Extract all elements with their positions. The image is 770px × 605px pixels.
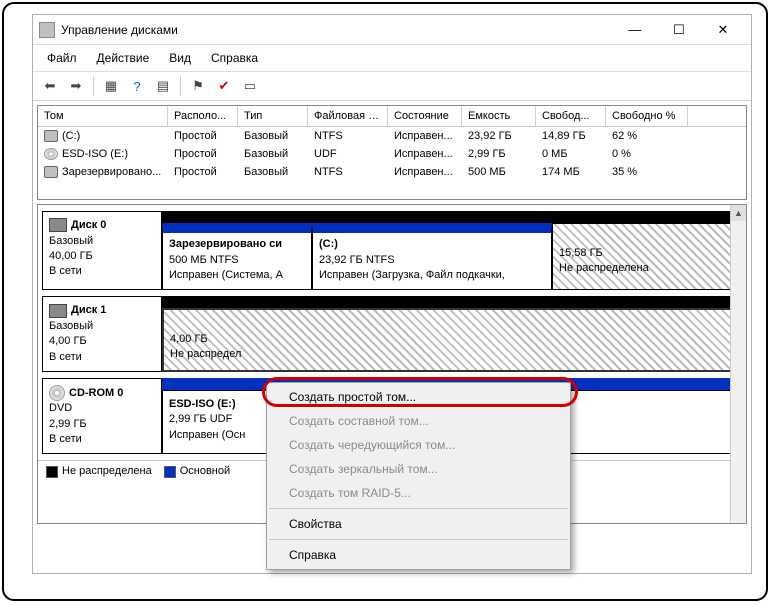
disk-icon	[49, 218, 67, 232]
menu-file[interactable]: Файл	[37, 47, 87, 69]
maximize-button[interactable]: ☐	[657, 16, 701, 44]
titlebar: Управление дисками — ☐ ✕	[33, 15, 751, 45]
help-icon[interactable]: ?	[126, 75, 148, 97]
check-icon[interactable]: ✔	[213, 75, 235, 97]
column-headers: Том Располо... Тип Файловая с... Состоян…	[38, 106, 746, 127]
col-free[interactable]: Свобод...	[536, 106, 606, 126]
disk-label[interactable]: Диск 1 Базовый 4,00 ГБ В сети	[42, 296, 162, 372]
partition-unallocated-selected[interactable]: 4,00 ГБ Не распредел	[162, 308, 742, 372]
disk-label[interactable]: CD-ROM 0 DVD 2,99 ГБ В сети	[42, 378, 162, 454]
cd-icon	[44, 148, 58, 160]
menu-create-raid5-volume: Создать том RAID-5...	[267, 481, 570, 505]
partition-reserved[interactable]: Зарезервировано си 500 МБ NTFS Исправен …	[162, 223, 312, 290]
legend-primary-swatch	[164, 466, 176, 478]
table-row[interactable]: Зарезервировано... Простой Базовый NTFS …	[38, 163, 746, 181]
col-layout[interactable]: Располо...	[168, 106, 238, 126]
menubar: Файл Действие Вид Справка	[33, 45, 751, 71]
menu-help[interactable]: Справка	[201, 47, 268, 69]
legend-unallocated-swatch	[46, 466, 58, 478]
volume-list: Том Располо... Тип Файловая с... Состоян…	[37, 105, 747, 200]
drive-icon	[44, 130, 58, 142]
disk-row-1: Диск 1 Базовый 4,00 ГБ В сети 4,00 ГБ Не…	[42, 296, 742, 372]
vertical-scrollbar[interactable]: ▲	[730, 205, 746, 523]
close-button[interactable]: ✕	[701, 16, 745, 44]
list-icon[interactable]: ▤	[152, 75, 174, 97]
forward-icon[interactable]: ➡	[65, 75, 87, 97]
drive-icon	[44, 166, 58, 178]
table-row[interactable]: (C:) Простой Базовый NTFS Исправен... 23…	[38, 127, 746, 145]
partition-c[interactable]: (C:) 23,92 ГБ NTFS Исправен (Загрузка, Ф…	[312, 223, 552, 290]
disk-label[interactable]: Диск 0 Базовый 40,00 ГБ В сети	[42, 211, 162, 290]
scroll-up-icon[interactable]: ▲	[731, 205, 746, 221]
table-row[interactable]: ESD-ISO (E:) Простой Базовый UDF Исправе…	[38, 145, 746, 163]
props-icon[interactable]: ▭	[239, 75, 261, 97]
menu-properties[interactable]: Свойства	[267, 512, 570, 536]
window-title: Управление дисками	[61, 23, 613, 37]
app-icon	[39, 22, 55, 38]
col-volume[interactable]: Том	[38, 106, 168, 126]
col-fs[interactable]: Файловая с...	[308, 106, 388, 126]
menu-create-mirrored-volume: Создать зеркальный том...	[267, 457, 570, 481]
menu-help[interactable]: Справка	[267, 543, 570, 567]
toolbar: ⬅ ➡ ▦ ? ▤ ⚑ ✔ ▭	[33, 71, 751, 101]
context-menu: Создать простой том... Создать составной…	[266, 382, 571, 570]
menu-action[interactable]: Действие	[87, 47, 160, 69]
disk-row-0: Диск 0 Базовый 40,00 ГБ В сети Зарезерви…	[42, 211, 742, 290]
back-icon[interactable]: ⬅	[39, 75, 61, 97]
menu-view[interactable]: Вид	[159, 47, 201, 69]
col-type[interactable]: Тип	[238, 106, 308, 126]
col-capacity[interactable]: Емкость	[462, 106, 536, 126]
disk-header-bar	[162, 296, 742, 308]
disk-icon	[49, 304, 67, 318]
col-status[interactable]: Состояние	[388, 106, 462, 126]
menu-create-striped-volume: Создать чередующийся том...	[267, 433, 570, 457]
partition-unallocated[interactable]: 15,58 ГБ Не распределена	[552, 223, 742, 290]
cd-icon	[49, 385, 65, 401]
menu-create-simple-volume[interactable]: Создать простой том...	[267, 385, 570, 409]
minimize-button[interactable]: —	[613, 16, 657, 44]
disk-header-bar	[162, 211, 742, 223]
action-icon[interactable]: ⚑	[187, 75, 209, 97]
refresh-icon[interactable]: ▦	[100, 75, 122, 97]
col-freepct[interactable]: Свободно %	[606, 106, 688, 126]
menu-create-spanned-volume: Создать составной том...	[267, 409, 570, 433]
